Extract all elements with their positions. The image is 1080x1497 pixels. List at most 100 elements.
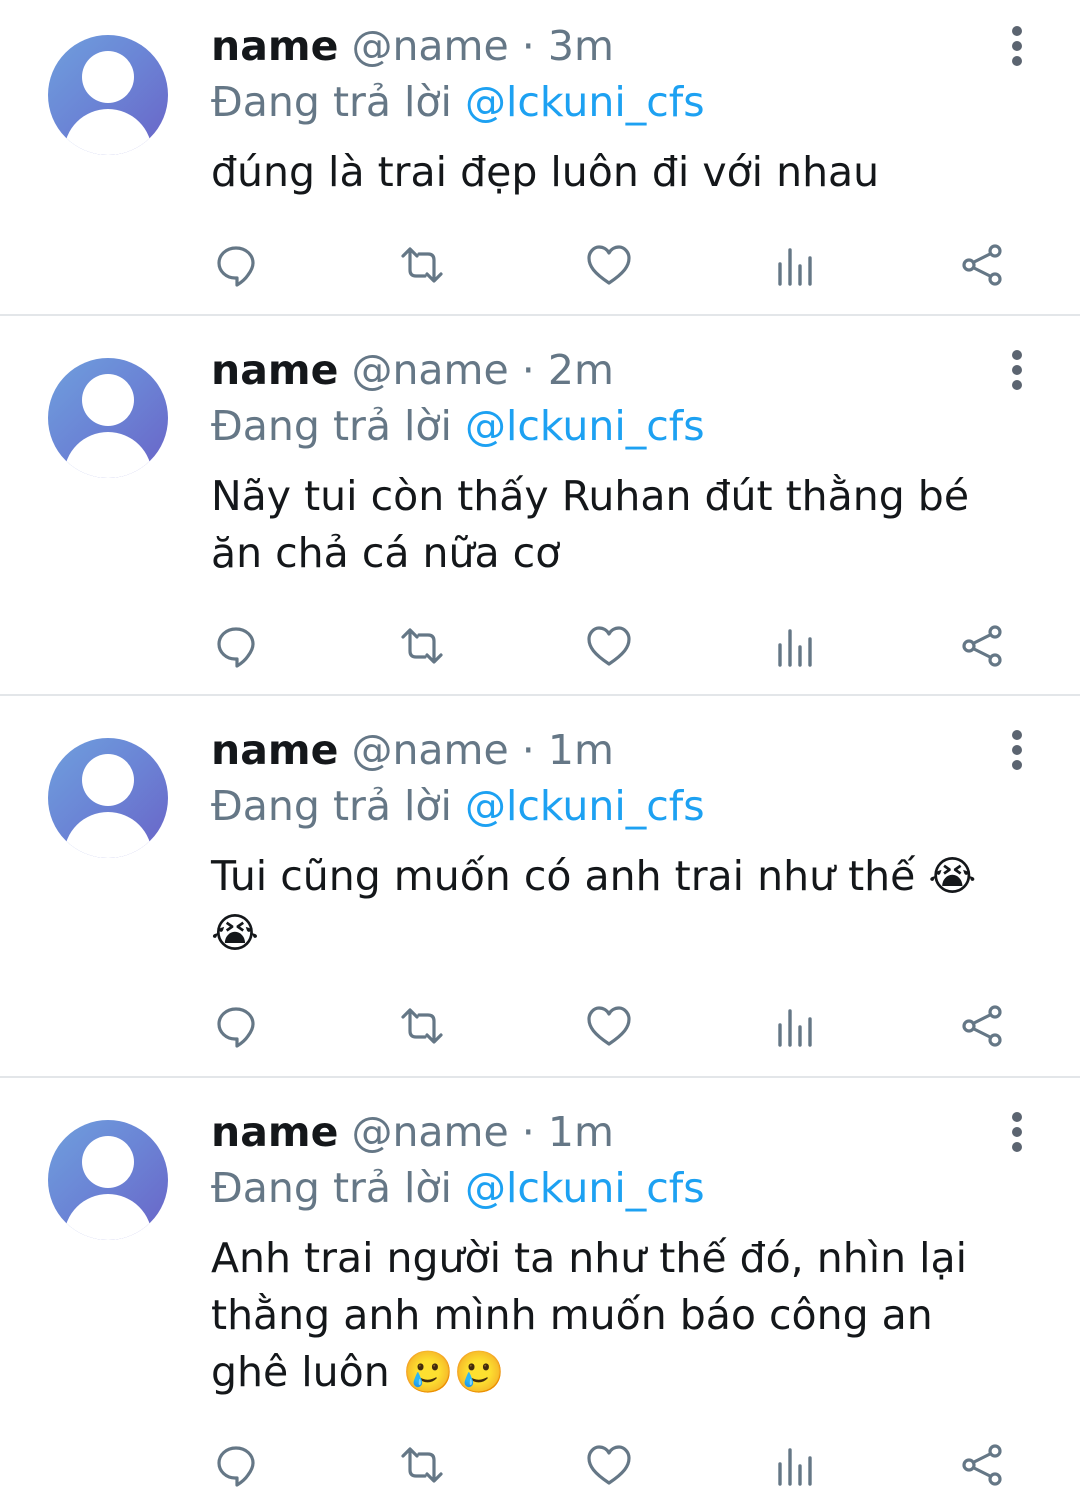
reply-icon <box>217 246 255 287</box>
tweet-header: name @name · 1m <box>211 722 1020 778</box>
separator: · <box>521 22 535 70</box>
analytics-icon <box>778 1448 812 1486</box>
author-handle: @name <box>351 346 509 394</box>
tweet[interactable]: name @name · 1m Đang trả lời @lckuni_cfs… <box>0 696 1080 1078</box>
analytics-button[interactable] <box>770 1440 820 1490</box>
analytics-icon <box>778 629 812 667</box>
timestamp[interactable]: 1m <box>548 726 614 774</box>
analytics-button[interactable] <box>770 240 820 290</box>
reply-mention[interactable]: @lckuni_cfs <box>465 1164 705 1212</box>
share-button[interactable] <box>957 240 1007 290</box>
like-button[interactable] <box>584 1001 634 1051</box>
like-button[interactable] <box>584 240 634 290</box>
reply-mention[interactable]: @lckuni_cfs <box>465 78 705 126</box>
author-handle: @name <box>351 726 509 774</box>
tweet-header: name @name · 1m <box>211 1104 1020 1160</box>
reply-feed: name @name · 3m Đang trả lời @lckuni_cfs… <box>0 0 1080 1497</box>
tweet-text-line: ghê luôn 🥲🥲 <box>211 1348 505 1396</box>
share-button[interactable] <box>957 1440 1007 1490</box>
author-handle: @name <box>351 1108 509 1156</box>
author-name[interactable]: name <box>211 22 338 70</box>
tweet[interactable]: name @name · 1m Đang trả lời @lckuni_cfs… <box>0 1078 1080 1497</box>
tweet-header: name @name · 3m <box>211 18 1020 74</box>
retweet-button[interactable] <box>397 1440 447 1490</box>
like-button[interactable] <box>584 1440 634 1490</box>
reply-context: Đang trả lời @lckuni_cfs <box>211 778 1020 834</box>
reply-context: Đang trả lời @lckuni_cfs <box>211 1160 1020 1216</box>
tweet-text: Tui cũng muốn có anh trai như thế 😭 😭 <box>211 848 1020 962</box>
action-bar <box>211 621 1011 671</box>
retweet-icon <box>401 1447 443 1483</box>
retweet-icon <box>401 1008 443 1044</box>
timestamp[interactable]: 1m <box>548 1108 614 1156</box>
reply-icon <box>217 627 255 668</box>
like-icon <box>587 626 631 666</box>
more-options-button[interactable] <box>1002 346 1032 394</box>
share-button[interactable] <box>957 1001 1007 1051</box>
reply-mention[interactable]: @lckuni_cfs <box>465 782 705 830</box>
reply-button[interactable] <box>211 240 261 290</box>
retweet-button[interactable] <box>397 240 447 290</box>
retweet-button[interactable] <box>397 621 447 671</box>
avatar[interactable] <box>48 738 168 858</box>
tweet-text: đúng là trai đẹp luôn đi với nhau <box>211 144 1020 201</box>
like-button[interactable] <box>584 621 634 671</box>
analytics-icon <box>778 1009 812 1047</box>
more-options-button[interactable] <box>1002 726 1032 774</box>
analytics-button[interactable] <box>770 1001 820 1051</box>
share-icon <box>962 1005 1002 1047</box>
reply-button[interactable] <box>211 621 261 671</box>
share-icon <box>962 1444 1002 1486</box>
reply-icon <box>217 1007 255 1048</box>
reply-prefix: Đang trả lời <box>211 782 452 830</box>
tweet[interactable]: name @name · 2m Đang trả lời @lckuni_cfs… <box>0 316 1080 696</box>
separator: · <box>521 346 535 394</box>
action-bar <box>211 1440 1011 1490</box>
reply-mention[interactable]: @lckuni_cfs <box>465 402 705 450</box>
retweet-button[interactable] <box>397 1001 447 1051</box>
tweet-text-line: 😭 <box>211 909 259 957</box>
reply-button[interactable] <box>211 1001 261 1051</box>
author-name[interactable]: name <box>211 1108 338 1156</box>
retweet-icon <box>401 628 443 664</box>
author-name[interactable]: name <box>211 726 338 774</box>
tweet-text-line: ăn chả cá nữa cơ <box>211 529 561 577</box>
share-icon <box>962 625 1002 667</box>
like-icon <box>587 1445 631 1485</box>
more-options-button[interactable] <box>1002 1108 1032 1156</box>
author-name[interactable]: name <box>211 346 338 394</box>
tweet-text: Anh trai người ta như thế đó, nhìn lại t… <box>211 1230 1020 1401</box>
tweet-text-line: Anh trai người ta như thế đó, nhìn lại <box>211 1234 968 1282</box>
reply-prefix: Đang trả lời <box>211 78 452 126</box>
reply-context: Đang trả lời @lckuni_cfs <box>211 398 1020 454</box>
tweet-text-line: Nãy tui còn thấy Ruhan đút thằng bé <box>211 472 970 520</box>
separator: · <box>521 1108 535 1156</box>
share-icon <box>962 244 1002 286</box>
tweet-text-line: Tui cũng muốn có anh trai như thế 😭 <box>211 852 977 900</box>
like-icon <box>587 245 631 285</box>
tweet-text: Nãy tui còn thấy Ruhan đút thằng bé ăn c… <box>211 468 1020 582</box>
reply-button[interactable] <box>211 1440 261 1490</box>
tweet[interactable]: name @name · 3m Đang trả lời @lckuni_cfs… <box>0 0 1080 316</box>
like-icon <box>587 1006 631 1046</box>
avatar[interactable] <box>48 35 168 155</box>
reply-icon <box>217 1446 255 1487</box>
analytics-button[interactable] <box>770 621 820 671</box>
share-button[interactable] <box>957 621 1007 671</box>
timestamp[interactable]: 3m <box>548 22 614 70</box>
reply-prefix: Đang trả lời <box>211 402 452 450</box>
reply-context: Đang trả lời @lckuni_cfs <box>211 74 1020 130</box>
action-bar <box>211 240 1011 290</box>
reply-prefix: Đang trả lời <box>211 1164 452 1212</box>
tweet-header: name @name · 2m <box>211 342 1020 398</box>
more-options-button[interactable] <box>1002 22 1032 70</box>
author-handle: @name <box>351 22 509 70</box>
action-bar <box>211 1001 1011 1051</box>
timestamp[interactable]: 2m <box>548 346 614 394</box>
avatar[interactable] <box>48 358 168 478</box>
avatar[interactable] <box>48 1120 168 1240</box>
tweet-text-line: thằng anh mình muốn báo công an <box>211 1291 933 1339</box>
separator: · <box>521 726 535 774</box>
retweet-icon <box>401 247 443 283</box>
tweet-text-line: đúng là trai đẹp luôn đi với nhau <box>211 148 880 196</box>
